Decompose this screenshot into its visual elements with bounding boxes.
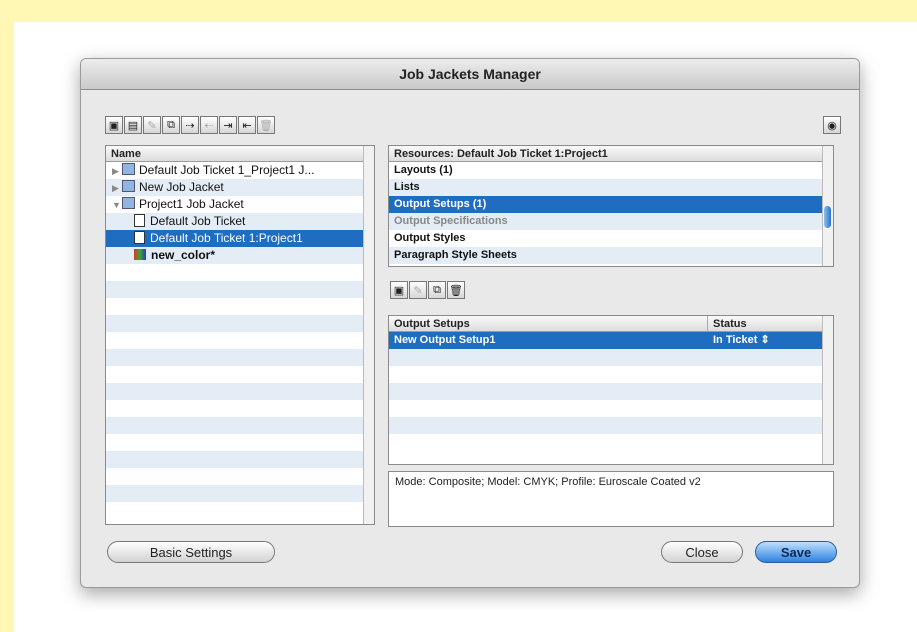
resource-item[interactable]: Paragraph Style Sheets: [389, 247, 833, 264]
empty-row: [106, 366, 374, 383]
col-output-setups: Output Setups: [394, 318, 470, 330]
tree-item-label: Default Job Ticket: [150, 214, 246, 228]
job-ticket-icon: [134, 231, 145, 244]
new-job-ticket-icon[interactable]: ▤: [124, 116, 142, 134]
tree-item-label: Project1 Job Jacket: [139, 197, 244, 211]
tree-header: Name: [106, 146, 374, 162]
tree-item-label: new_color*: [151, 248, 216, 262]
empty-row: [106, 315, 374, 332]
color-icon: [134, 249, 146, 260]
export-icon[interactable]: ⇤: [238, 116, 256, 134]
link-icon[interactable]: ⇢: [181, 116, 199, 134]
tree-item-label: Default Job Ticket 1:Project1: [150, 231, 303, 245]
tree-item-label: Default Job Ticket 1_Project1 J...: [139, 163, 315, 177]
disclosure-open-icon[interactable]: ▼: [112, 197, 122, 213]
resources-scroll-knob[interactable]: [824, 206, 831, 228]
import-icon[interactable]: ⇥: [219, 116, 237, 134]
resources-rows: Layouts (1) Lists Output Setups (1) Output …: [389, 162, 833, 264]
resources-scrollbar[interactable]: [822, 146, 833, 266]
empty-row: [389, 366, 833, 383]
unlink-icon[interactable]: ⇠: [200, 116, 218, 134]
empty-row: [389, 349, 833, 366]
disclosure-closed-icon[interactable]: ▶: [112, 163, 122, 179]
resources-header: Resources: Default Job Ticket 1:Project1: [389, 146, 833, 162]
setups-scrollbar[interactable]: [822, 316, 833, 464]
empty-row: [389, 417, 833, 434]
resource-item[interactable]: Layouts (1): [389, 162, 833, 179]
tree-item[interactable]: Default Job Ticket: [106, 213, 374, 230]
new-job-jacket-icon[interactable]: ▣: [105, 116, 123, 134]
tree-item[interactable]: new_color*: [106, 247, 374, 264]
resource-item[interactable]: Output Setups (1): [389, 196, 833, 213]
resource-item[interactable]: Lists: [389, 179, 833, 196]
job-jacket-icon: [122, 197, 135, 209]
job-ticket-icon: [134, 214, 145, 227]
tree-scrollbar[interactable]: [363, 146, 374, 524]
empty-row: [106, 502, 374, 519]
tree-item[interactable]: Default Job Ticket 1:Project1: [106, 230, 374, 247]
tree-item[interactable]: ▼ Project1 Job Jacket: [106, 196, 374, 213]
empty-row: [106, 298, 374, 315]
setup-name: New Output Setup1: [394, 334, 496, 346]
resource-item[interactable]: Output Styles: [389, 230, 833, 247]
empty-row: [106, 383, 374, 400]
empty-row: [106, 400, 374, 417]
empty-row: [106, 349, 374, 366]
job-jacket-tree: Name ▶ Default Job Ticket 1_Project1 J...…: [105, 145, 375, 525]
empty-row: [106, 451, 374, 468]
setup-description: Mode: Composite; Model: CMYK; Profile: E…: [388, 471, 834, 527]
duplicate-icon[interactable]: ⧉: [162, 116, 180, 134]
empty-row: [389, 400, 833, 417]
close-button[interactable]: Close: [661, 541, 743, 563]
setups-toolbar: ▣ ✎ ⧉ 🗑: [390, 281, 465, 299]
job-jacket-icon: [122, 180, 135, 192]
tree-item-label: New Job Jacket: [139, 180, 224, 194]
empty-row: [106, 281, 374, 298]
empty-row: [106, 468, 374, 485]
setups-header: Output Setups Status: [389, 316, 833, 332]
help-icon[interactable]: ◉: [823, 116, 841, 134]
tree-item[interactable]: ▶ Default Job Ticket 1_Project1 J...: [106, 162, 374, 179]
delete-setup-icon[interactable]: 🗑: [447, 281, 465, 299]
output-setups-table: Output Setups Status New Output Setup1 In…: [388, 315, 834, 465]
setup-status-select[interactable]: In Ticket ⇕: [708, 332, 833, 349]
edit-icon[interactable]: ✎: [143, 116, 161, 134]
window-title: Job Jackets Manager: [81, 59, 859, 90]
empty-row: [106, 485, 374, 502]
tree-item[interactable]: ▶ New Job Jacket: [106, 179, 374, 196]
resource-item[interactable]: Output Specifications: [389, 213, 833, 230]
save-button[interactable]: Save: [755, 541, 837, 563]
left-toolbar: ▣ ▤ ✎ ⧉ ⇢ ⇠ ⇥ ⇤ 🗑: [105, 116, 275, 134]
setups-rows: New Output Setup1 In Ticket ⇕: [389, 332, 833, 451]
empty-row: [389, 383, 833, 400]
disclosure-closed-icon[interactable]: ▶: [112, 180, 122, 196]
delete-icon[interactable]: 🗑: [257, 116, 275, 134]
col-status: Status: [707, 316, 833, 331]
empty-row: [389, 434, 833, 451]
empty-row: [106, 264, 374, 281]
tree-rows: ▶ Default Job Ticket 1_Project1 J... ▶ New …: [106, 162, 374, 519]
setup-row[interactable]: New Output Setup1 In Ticket ⇕: [389, 332, 833, 349]
empty-row: [106, 434, 374, 451]
edit-setup-icon[interactable]: ✎: [409, 281, 427, 299]
resources-list: Resources: Default Job Ticket 1:Project1…: [388, 145, 834, 267]
empty-row: [106, 332, 374, 349]
empty-row: [106, 417, 374, 434]
job-jackets-manager-window: Job Jackets Manager ▣ ▤ ✎ ⧉ ⇢ ⇠ ⇥ ⇤ 🗑 ◉ …: [80, 58, 860, 588]
job-jacket-icon: [122, 163, 135, 175]
duplicate-setup-icon[interactable]: ⧉: [428, 281, 446, 299]
basic-settings-button[interactable]: Basic Settings: [107, 541, 275, 563]
new-setup-icon[interactable]: ▣: [390, 281, 408, 299]
